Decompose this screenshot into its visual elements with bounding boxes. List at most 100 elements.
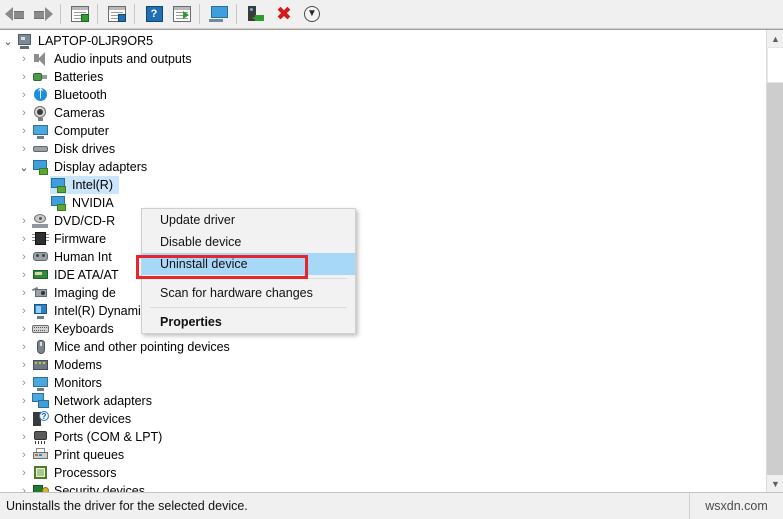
tree-item[interactable]: › Network adapters bbox=[0, 392, 766, 410]
chevron-right-icon[interactable]: › bbox=[16, 374, 32, 392]
tree-item[interactable]: › Monitors bbox=[0, 374, 766, 392]
intel-platform-icon bbox=[32, 303, 49, 319]
tree-item[interactable]: › Mice and other pointing devices bbox=[0, 338, 766, 356]
properties-icon bbox=[108, 6, 126, 22]
tree-item[interactable]: › Print queues bbox=[0, 446, 766, 464]
disable-device-icon: ▼ bbox=[304, 6, 320, 22]
modem-icon bbox=[32, 357, 49, 373]
chevron-right-icon[interactable]: › bbox=[16, 302, 32, 320]
tree-item[interactable]: › Computer bbox=[0, 122, 766, 140]
uninstall-device-button[interactable]: ✖ bbox=[271, 2, 297, 26]
tree-item-label: Audio inputs and outputs bbox=[54, 52, 192, 66]
menu-item-uninstall-device[interactable]: Uninstall device bbox=[142, 253, 355, 275]
chevron-right-icon[interactable]: › bbox=[16, 266, 32, 284]
tree-item[interactable]: › Batteries bbox=[0, 68, 766, 86]
update-driver-button[interactable] bbox=[169, 2, 195, 26]
tree-item[interactable]: › Processors bbox=[0, 464, 766, 482]
chevron-right-icon[interactable]: › bbox=[16, 248, 32, 266]
scroll-down-button[interactable]: ▼ bbox=[767, 475, 783, 492]
show-hide-console-tree-button[interactable] bbox=[67, 2, 93, 26]
scrollbar-track[interactable] bbox=[767, 83, 783, 475]
tree-item[interactable]: › Cameras bbox=[0, 104, 766, 122]
printer-icon bbox=[32, 447, 49, 463]
tree-item[interactable]: ›? Other devices bbox=[0, 410, 766, 428]
chevron-right-icon[interactable]: › bbox=[16, 338, 32, 356]
chevron-right-icon[interactable]: › bbox=[16, 428, 32, 446]
tree-item[interactable]: › ᛏ Bluetooth bbox=[0, 86, 766, 104]
ide-icon bbox=[32, 267, 49, 283]
tree-item-label: Cameras bbox=[54, 106, 105, 120]
chevron-right-icon[interactable]: › bbox=[16, 410, 32, 428]
help-button[interactable]: ? bbox=[141, 2, 167, 26]
watermark: wsxdn.com bbox=[705, 499, 768, 513]
scroll-up-button[interactable]: ▲ bbox=[767, 30, 783, 47]
tree-item[interactable]: › Security devices bbox=[0, 482, 766, 492]
chevron-right-icon[interactable]: › bbox=[16, 356, 32, 374]
tree-item[interactable]: › Modems bbox=[0, 356, 766, 374]
chevron-right-icon[interactable]: › bbox=[16, 284, 32, 302]
device-tree-panel: ⌄ LAPTOP-0LJR9OR5 › Audio inputs and output… bbox=[0, 29, 783, 492]
battery-icon bbox=[32, 69, 49, 85]
tree-item[interactable]: › IDE ATA/AT bbox=[0, 266, 766, 284]
disk-icon bbox=[32, 141, 49, 157]
hid-icon bbox=[32, 249, 49, 265]
chevron-down-icon[interactable]: ⌄ bbox=[16, 158, 32, 176]
disable-device-button[interactable]: ▼ bbox=[299, 2, 325, 26]
forward-button[interactable] bbox=[30, 2, 56, 26]
context-menu[interactable]: Update driver Disable device Uninstall dev… bbox=[141, 208, 356, 334]
chevron-right-icon[interactable]: › bbox=[16, 86, 32, 104]
tree-item[interactable]: NVIDIA bbox=[0, 194, 766, 212]
console-tree-icon bbox=[71, 6, 89, 22]
back-button[interactable] bbox=[2, 2, 28, 26]
dvd-icon bbox=[32, 213, 49, 229]
tree-item[interactable]: › Keyboards bbox=[0, 320, 766, 338]
chevron-right-icon[interactable]: › bbox=[16, 122, 32, 140]
chevron-placeholder bbox=[34, 176, 50, 194]
tree-item[interactable]: › Firmware bbox=[0, 230, 766, 248]
menu-item-properties[interactable]: Properties bbox=[142, 311, 355, 333]
chevron-right-icon[interactable]: › bbox=[16, 482, 32, 492]
scrollbar-thumb[interactable] bbox=[767, 47, 783, 83]
tree-item[interactable]: › Ports (COM & LPT) bbox=[0, 428, 766, 446]
enable-device-icon bbox=[248, 6, 264, 22]
camera-icon bbox=[32, 105, 49, 121]
keyboard-icon bbox=[32, 321, 49, 337]
chevron-right-icon[interactable]: › bbox=[16, 392, 32, 410]
display-adapter-icon bbox=[50, 177, 67, 193]
scan-hardware-changes-button[interactable] bbox=[206, 2, 232, 26]
menu-item-scan-for-hardware-changes[interactable]: Scan for hardware changes bbox=[142, 282, 355, 304]
tree-item[interactable]: ›Intel(R) Dynamic Platform and Thermal F… bbox=[0, 302, 766, 320]
device-tree[interactable]: ⌄ LAPTOP-0LJR9OR5 › Audio inputs and output… bbox=[0, 30, 766, 492]
chevron-right-icon[interactable]: › bbox=[16, 230, 32, 248]
tree-root-item[interactable]: ⌄ LAPTOP-0LJR9OR5 bbox=[0, 32, 766, 50]
tree-item-label: Firmware bbox=[54, 232, 107, 246]
properties-button[interactable] bbox=[104, 2, 130, 26]
chevron-down-icon[interactable]: ⌄ bbox=[0, 32, 16, 50]
chevron-right-icon[interactable]: › bbox=[16, 320, 32, 338]
mouse-icon bbox=[32, 339, 49, 355]
network-adapter-icon bbox=[32, 393, 49, 409]
tree-item[interactable]: › Human Int bbox=[0, 248, 766, 266]
chevron-right-icon[interactable]: › bbox=[16, 446, 32, 464]
tree-item[interactable]: › Audio inputs and outputs bbox=[0, 50, 766, 68]
enable-device-button[interactable] bbox=[243, 2, 269, 26]
chevron-right-icon[interactable]: › bbox=[16, 140, 32, 158]
tree-item[interactable]: Intel(R) bbox=[0, 176, 766, 194]
chevron-right-icon[interactable]: › bbox=[16, 464, 32, 482]
chevron-right-icon[interactable]: › bbox=[16, 104, 32, 122]
tree-item-label: Bluetooth bbox=[54, 88, 107, 102]
tree-item[interactable]: › Imaging de bbox=[0, 284, 766, 302]
tree-item[interactable]: ⌄ Display adapters bbox=[0, 158, 766, 176]
tree-item-label: Human Int bbox=[54, 250, 112, 264]
tree-item[interactable]: › DVD/CD-R bbox=[0, 212, 766, 230]
chevron-right-icon[interactable]: › bbox=[16, 68, 32, 86]
menu-item-disable-device[interactable]: Disable device bbox=[142, 231, 355, 253]
menu-separator bbox=[150, 307, 347, 308]
chevron-right-icon[interactable]: › bbox=[16, 50, 32, 68]
vertical-scrollbar[interactable]: ▲ ▼ bbox=[766, 30, 783, 492]
menu-item-update-driver[interactable]: Update driver bbox=[142, 209, 355, 231]
chevron-right-icon[interactable]: › bbox=[16, 212, 32, 230]
tree-item[interactable]: › Disk drives bbox=[0, 140, 766, 158]
scan-hardware-icon bbox=[209, 6, 229, 22]
status-bar: Uninstalls the driver for the selected d… bbox=[0, 492, 783, 519]
